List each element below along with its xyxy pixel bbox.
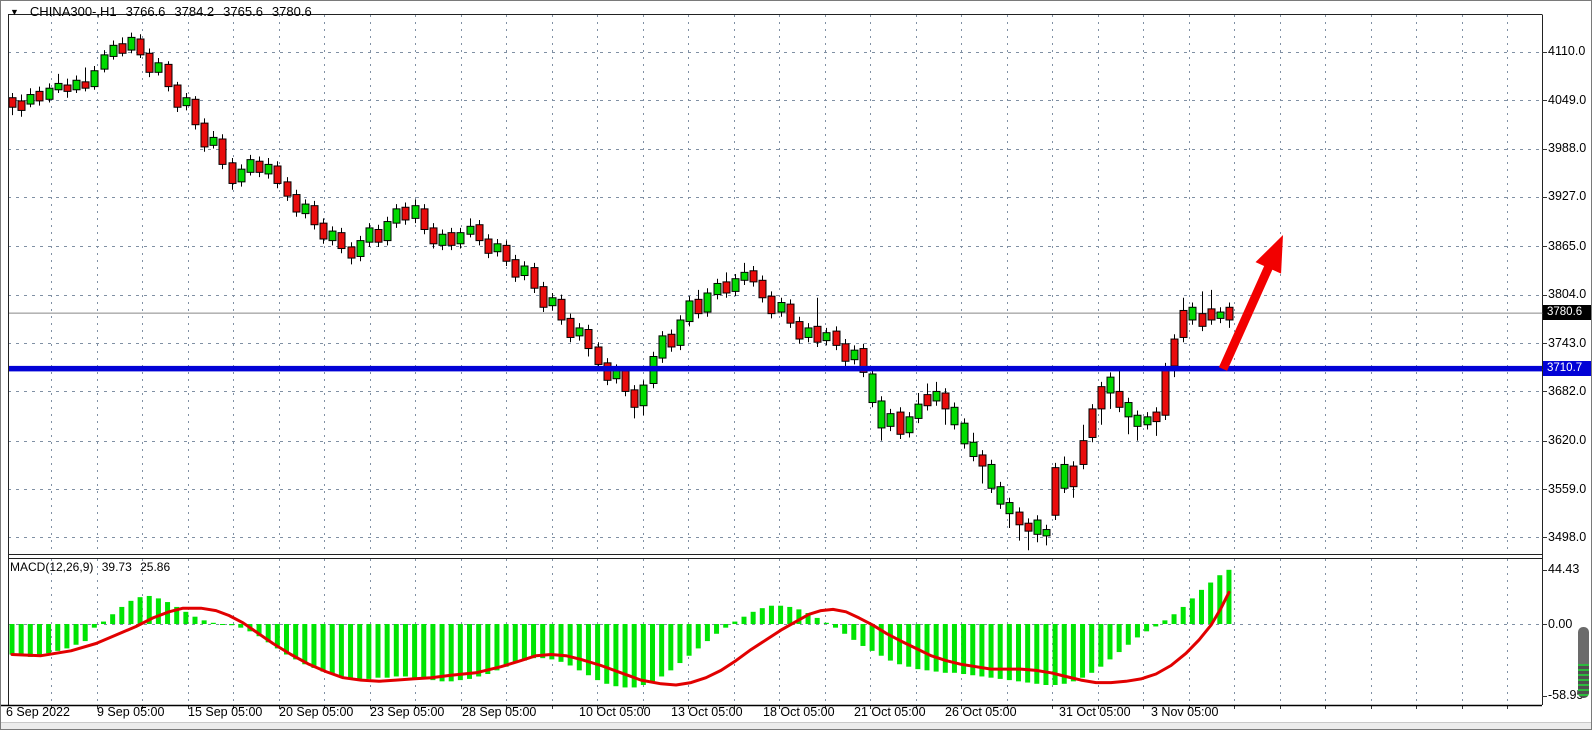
low-value: 3765.6 — [223, 4, 263, 19]
price-tick-label: 3927.0 — [1548, 189, 1586, 203]
time-tick-label: 13 Oct 05:00 — [671, 705, 743, 719]
time-tick-label: 3 Nov 05:00 — [1151, 705, 1218, 719]
macd-indicator-label: MACD(12,26,9) 39.73 25.86 — [10, 560, 175, 574]
price-tick-label: 3620.0 — [1548, 433, 1586, 447]
time-tick-label: 6 Sep 2022 — [6, 705, 70, 719]
macd-tick-label: 0.00 — [1548, 617, 1572, 631]
time-tick-label: 28 Sep 05:00 — [462, 705, 536, 719]
current-price-label: 3780.6 — [1543, 305, 1592, 320]
trend-arrow-annotation[interactable] — [1223, 235, 1283, 369]
price-tick-label: 4049.0 — [1548, 93, 1586, 107]
price-tick-label: 3865.0 — [1548, 239, 1586, 253]
candles — [9, 33, 1233, 551]
macd-main-value: 39.73 — [102, 560, 132, 574]
price-tick-label: 3682.0 — [1548, 384, 1586, 398]
chart-window: ▼ CHINA300-,H1 3766.6 3784.2 3765.6 3780… — [0, 0, 1592, 730]
scroll-indicator-handle — [1578, 627, 1589, 664]
symbol-dropdown-icon: ▼ — [10, 7, 19, 17]
time-tick-label: 18 Oct 05:00 — [763, 705, 835, 719]
high-value: 3784.2 — [174, 4, 214, 19]
macd-signal-value: 25.86 — [140, 560, 170, 574]
price-tick-label: 4110.0 — [1548, 44, 1585, 58]
price-chart-plot[interactable] — [1, 1, 1592, 730]
price-tick-label: 3743.0 — [1548, 336, 1586, 350]
time-tick-label: 9 Sep 05:00 — [97, 705, 164, 719]
time-tick-label: 31 Oct 05:00 — [1059, 705, 1131, 719]
time-tick-label: 21 Oct 05:00 — [854, 705, 926, 719]
price-tick-label: 3498.0 — [1548, 530, 1586, 544]
hline-price-label: 3710.7 — [1543, 361, 1592, 376]
price-tick-label: 3804.0 — [1548, 287, 1586, 301]
time-tick-label: 23 Sep 05:00 — [370, 705, 444, 719]
macd-tick-label: 44.43 — [1548, 562, 1579, 576]
scroll-indicator[interactable] — [1578, 627, 1589, 698]
price-tick-label: 3988.0 — [1548, 141, 1586, 155]
close-value: 3780.6 — [272, 4, 312, 19]
scroll-indicator-stripes — [1578, 664, 1589, 698]
symbol-period-label: CHINA300-,H1 — [30, 4, 117, 19]
price-tick-label: 3559.0 — [1548, 482, 1586, 496]
macd-name: MACD(12,26,9) — [10, 560, 93, 574]
time-tick-label: 20 Sep 05:00 — [279, 705, 353, 719]
status-strip — [1, 722, 1592, 730]
time-tick-label: 15 Sep 05:00 — [188, 705, 262, 719]
time-tick-label: 26 Oct 05:00 — [945, 705, 1017, 719]
open-value: 3766.6 — [126, 4, 166, 19]
chart-header: ▼ CHINA300-,H1 3766.6 3784.2 3765.6 3780… — [10, 4, 312, 19]
time-tick-label: 10 Oct 05:00 — [579, 705, 651, 719]
